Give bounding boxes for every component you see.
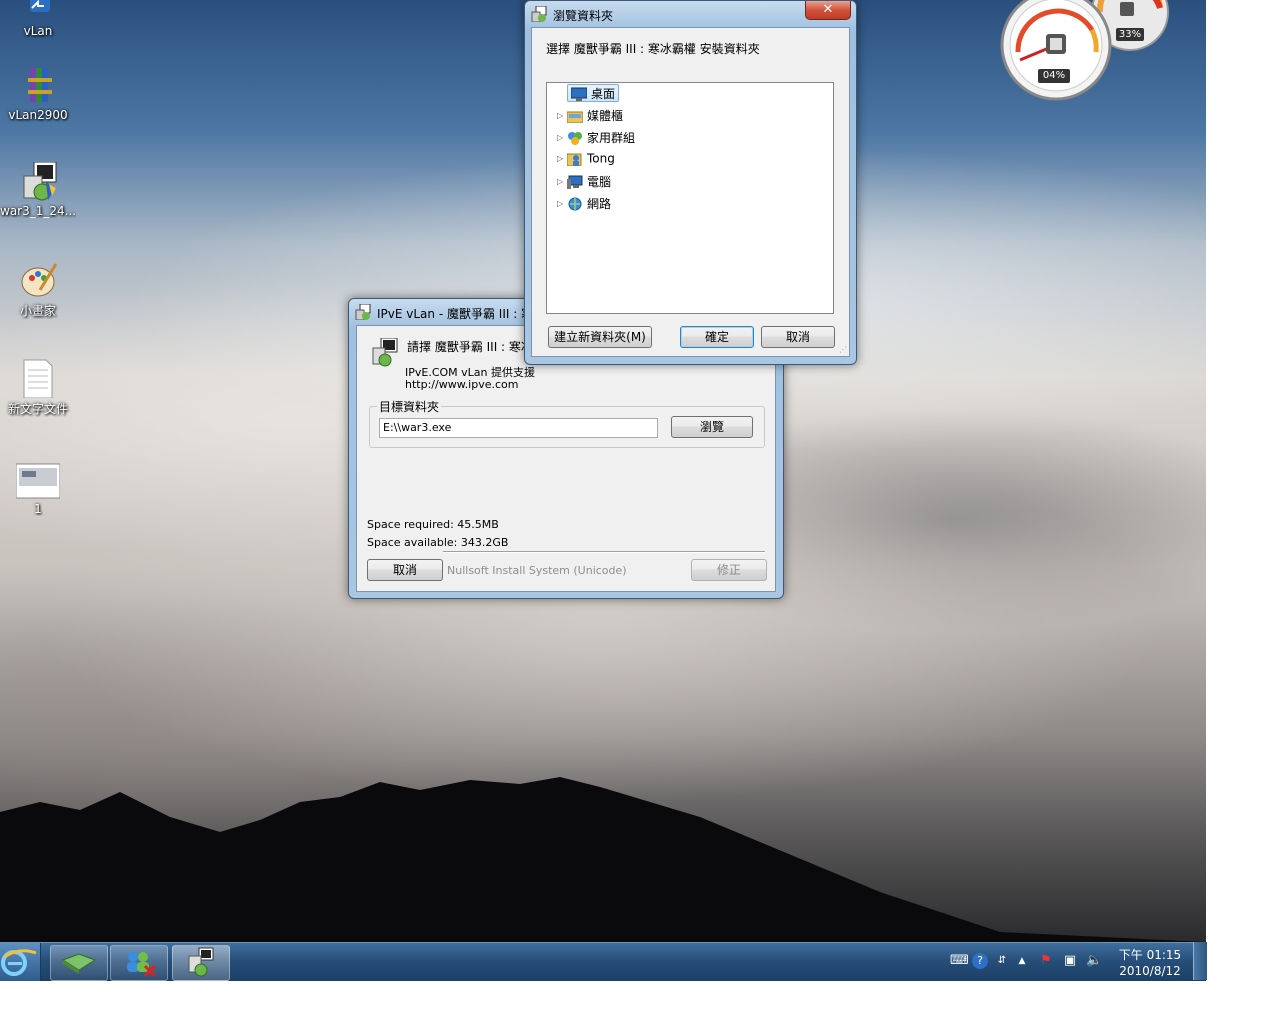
action-center-flag-icon[interactable]: ⚑ <box>1038 953 1054 969</box>
folder-tree[interactable]: 桌面 ▷ 媒體櫃 ▷ 家用群組 ▷ Tong ▷ 電腦 ▷ 網路 <box>546 82 834 314</box>
tree-item-network[interactable]: ▷ 網路 <box>557 195 611 215</box>
browse-button[interactable]: 瀏覽 <box>671 416 753 438</box>
installer-divider <box>443 551 765 553</box>
tree-item-homegroup[interactable]: ▷ 家用群組 <box>557 129 635 149</box>
desktop-icon-vlan[interactable]: vLan <box>0 0 76 38</box>
expand-arrow-icon[interactable]: ▷ <box>557 199 567 208</box>
cpu-meter-gadget[interactable]: 04% 33% <box>1000 0 1180 105</box>
space-required-text: Space required: 45.5MB <box>367 518 499 531</box>
expand-arrow-icon[interactable]: ▷ <box>557 111 567 120</box>
clock-time[interactable]: 下午 01:15 <box>1112 946 1188 963</box>
keyboard-icon[interactable]: ⌨ <box>950 953 969 969</box>
tree-item-desktop[interactable]: 桌面 <box>557 84 620 105</box>
computer-icon <box>567 175 583 189</box>
text-document-icon <box>16 358 60 399</box>
installer-icon <box>188 947 214 977</box>
installer-icon <box>16 161 60 202</box>
expand-arrow-icon[interactable]: ▷ <box>557 133 567 142</box>
close-button[interactable]: ✕ <box>805 1 851 20</box>
taskbar-installer-button[interactable] <box>172 945 230 981</box>
clock-date[interactable]: 2010/8/12 <box>1112 964 1188 978</box>
vlan-shortcut-icon <box>16 0 60 22</box>
resize-grip-icon[interactable]: ⋰ <box>839 346 847 354</box>
ok-button[interactable]: 確定 <box>680 326 754 348</box>
installer-title-icon <box>355 303 371 321</box>
browse-folder-window[interactable]: 瀏覽資料夾 ✕ 選擇 魔獸爭霸 III : 寒冰霸權 安裝資料夾 桌面 ▷ 媒體櫃… <box>524 0 857 365</box>
desktop-icon-vlan2900[interactable]: vLan2900 <box>0 66 76 122</box>
space-available-text: Space available: 343.2GB <box>367 536 509 549</box>
mountain-silhouette <box>0 777 1206 942</box>
image-file-icon <box>15 460 61 500</box>
volume-icon[interactable]: 🔈 <box>1086 953 1102 969</box>
expand-arrow-icon[interactable]: ▷ <box>557 154 567 163</box>
taskbar: ⌨ ? ⇵ ▲ ⚑ ▣ 🔈 下午 01:15 2010/8/12 <box>0 942 1206 981</box>
destination-path-input[interactable]: E:\\war3.exe <box>379 418 658 438</box>
installer-repair-button[interactable]: 修正 <box>691 559 767 581</box>
paint-icon <box>16 260 60 300</box>
user-folder-icon <box>566 152 583 166</box>
language-bar-icon[interactable]: ⇵ <box>994 953 1010 969</box>
installer-heading: 請擇 魔獸爭霸 III : 寒冰 <box>407 340 533 354</box>
browse-cancel-button[interactable]: 取消 <box>761 326 835 348</box>
browse-title-icon <box>531 5 547 23</box>
desktop: vLan vLan2900 war3_1_24... 小畫家 新文字文件 1 0… <box>0 0 1206 942</box>
installer-cancel-button[interactable]: 取消 <box>367 559 443 581</box>
installer-website: http://www.ipve.com <box>405 378 519 391</box>
destination-folder-label: 目標資料夾 <box>377 398 442 415</box>
tree-item-libraries[interactable]: ▷ 媒體櫃 <box>557 107 623 127</box>
desktop-icon-war3-installer[interactable]: war3_1_24... <box>0 161 76 218</box>
nsis-branding: Nullsoft Install System (Unicode) <box>447 564 627 577</box>
desktop-icon <box>570 87 588 101</box>
taskbar-vlan-button[interactable] <box>50 945 108 981</box>
show-hidden-icons-icon[interactable]: ▲ <box>1014 953 1030 969</box>
messenger-offline-icon <box>127 952 157 978</box>
desktop-icon-paint[interactable]: 小畫家 <box>0 260 76 319</box>
libraries-icon <box>566 109 584 123</box>
network-card-icon <box>61 953 97 974</box>
start-button[interactable] <box>0 943 41 981</box>
browse-title: 瀏覽資料夾 <box>553 9 614 23</box>
memory-usage-readout: 33% <box>1116 28 1144 41</box>
homegroup-icon <box>567 131 583 145</box>
desktop-icon-text-document[interactable]: 新文字文件 <box>0 358 76 417</box>
network-tray-icon[interactable]: ▣ <box>1062 953 1078 969</box>
browse-client-area: 選擇 魔獸爭霸 III : 寒冰霸權 安裝資料夾 桌面 ▷ 媒體櫃 ▷ 家用群組 ▷… <box>531 27 850 357</box>
new-folder-button[interactable]: 建立新資料夾(M) <box>548 326 652 348</box>
tree-item-computer[interactable]: ▷ 電腦 <box>557 173 611 193</box>
browse-prompt: 選擇 魔獸爭霸 III : 寒冰霸權 安裝資料夾 <box>546 42 760 56</box>
internet-explorer-icon <box>1 949 37 976</box>
desktop-icon-image-1[interactable]: 1 <box>0 460 76 516</box>
winrar-archive-icon <box>16 66 60 106</box>
expand-arrow-icon[interactable]: ▷ <box>557 177 567 186</box>
cpu-usage-readout: 04% <box>1038 69 1070 83</box>
network-icon <box>567 197 583 211</box>
installer-header-icon <box>369 337 399 368</box>
installer-client-area: 請擇 魔獸爭霸 III : 寒冰 IPvE.COM vLan 提供支援 http… <box>356 325 776 592</box>
installer-title: IPvE vLan - 魔獸爭霸 III : 寒 <box>377 307 534 321</box>
help-icon[interactable]: ? <box>972 953 988 969</box>
taskbar-messenger-button[interactable] <box>110 945 168 981</box>
tree-item-tong[interactable]: ▷ Tong <box>557 151 615 171</box>
show-desktop-button[interactable] <box>1193 942 1207 980</box>
